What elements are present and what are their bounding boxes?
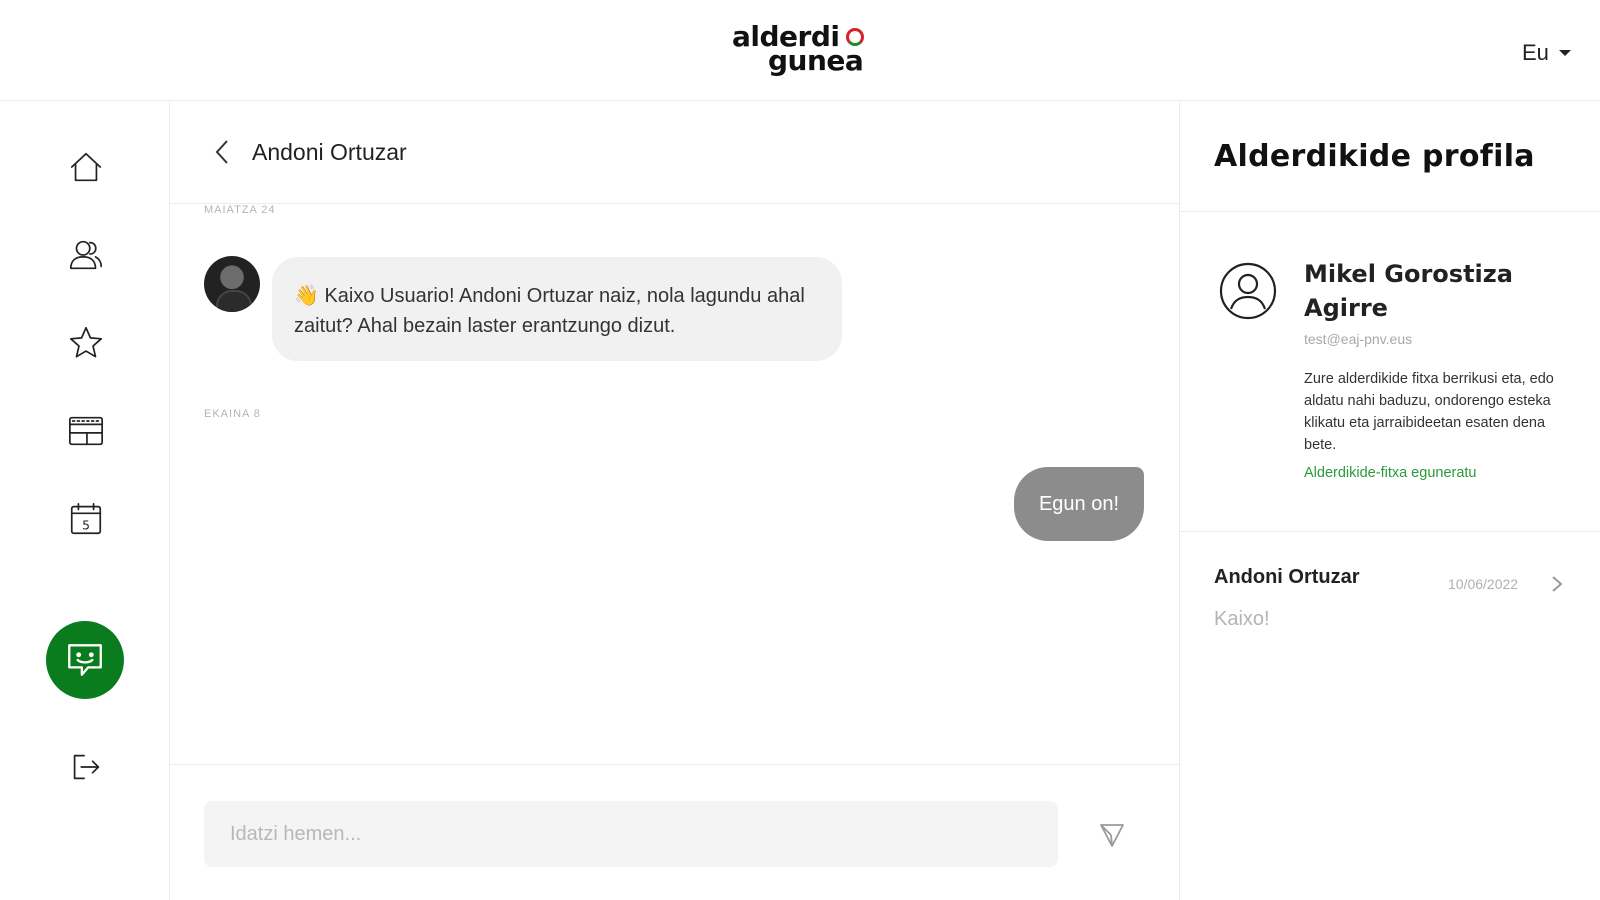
logo-line2: gunea: [768, 44, 864, 77]
divider: [1180, 211, 1600, 212]
date-separator: EKAINA 8: [204, 408, 261, 420]
sidebar-item-home[interactable]: [66, 147, 106, 187]
alderdi-gunea-logo[interactable]: alderdi gunea: [732, 22, 872, 78]
calendar-icon: 5: [70, 502, 102, 535]
chat-contact-name: Andoni Ortuzar: [252, 139, 407, 165]
language-label: Eu: [1522, 40, 1549, 65]
sidebar-item-members[interactable]: [66, 235, 106, 275]
star-icon: [69, 326, 103, 358]
chat-icon: [68, 644, 102, 676]
incoming-message: 👋 Kaixo Usuario! Andoni Ortuzar naiz, no…: [272, 257, 842, 361]
profile-title: Alderdikide profila: [1214, 139, 1535, 174]
message-input[interactable]: [204, 801, 1058, 867]
send-icon: [1100, 824, 1124, 847]
top-bar: alderdi gunea Eu: [0, 0, 1600, 101]
sidebar-item-chat[interactable]: [46, 621, 124, 699]
language-selector[interactable]: Eu: [1522, 40, 1571, 66]
caret-down-icon: [1558, 50, 1571, 56]
news-icon: [68, 416, 104, 446]
chat-header: Andoni Ortuzar: [170, 101, 1180, 204]
outgoing-message: Egun on!: [1014, 467, 1144, 541]
send-button[interactable]: [1098, 821, 1126, 849]
message-composer: [170, 764, 1180, 900]
sidebar-item-news[interactable]: [66, 411, 106, 451]
profile-panel: Alderdikide profila Mikel Gorostiza Agir…: [1180, 101, 1600, 900]
users-icon: [69, 240, 103, 270]
chat-panel: Andoni Ortuzar MAIATZA 24 👋 Kaixo Usuari…: [170, 101, 1180, 900]
profile-email: test@eaj-pnv.eus: [1304, 331, 1413, 347]
sidebar-item-logout[interactable]: [66, 747, 106, 787]
chevron-right-icon: [1550, 574, 1564, 594]
profile-name: Mikel Gorostiza Agirre: [1304, 260, 1513, 322]
back-button[interactable]: [210, 137, 234, 167]
conversation-list-item[interactable]: Andoni Ortuzar 10/06/2022 Kaixo!: [1180, 532, 1600, 652]
home-icon: [70, 152, 102, 182]
svg-text:5: 5: [82, 518, 90, 532]
date-separator: MAIATZA 24: [204, 204, 276, 216]
sidebar-item-calendar[interactable]: 5: [66, 499, 106, 539]
update-profile-link[interactable]: Alderdikide-fitxa eguneratu: [1304, 465, 1477, 481]
chevron-left-icon: [215, 140, 228, 164]
conversation-preview: Kaixo!: [1214, 608, 1270, 630]
conversation-date: 10/06/2022: [1448, 576, 1519, 592]
logout-icon: [73, 754, 100, 780]
profile-description: Zure alderdikide fitxa berrikusi eta, ed…: [1304, 371, 1554, 453]
sidebar-item-favorites[interactable]: [66, 323, 106, 363]
contact-avatar: [204, 256, 260, 312]
conversation-name: Andoni Ortuzar: [1214, 566, 1360, 588]
sidebar-nav: 5: [0, 101, 170, 900]
ikurrina-mark-icon: [846, 28, 864, 46]
user-circle-icon: [1219, 262, 1277, 320]
user-avatar: [1218, 261, 1278, 321]
